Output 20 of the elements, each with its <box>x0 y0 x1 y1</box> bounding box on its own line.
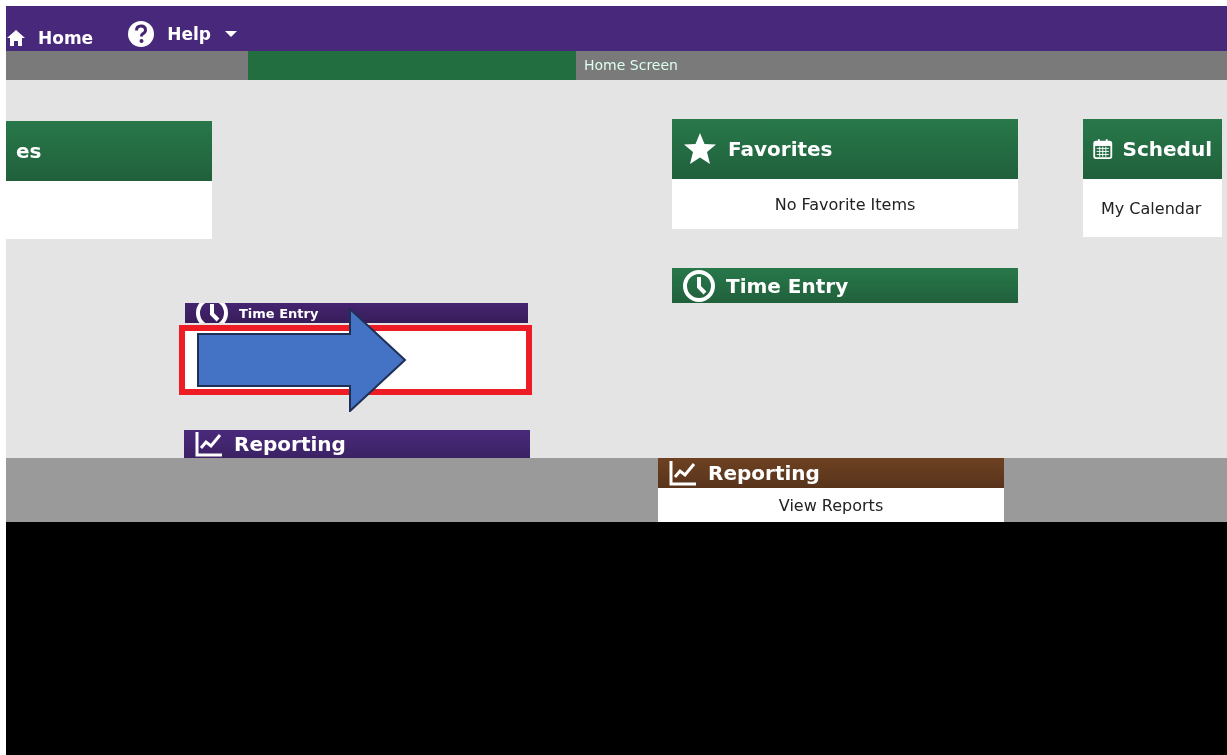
home-icon <box>6 29 26 47</box>
nav-link[interactable]: Home <box>6 28 94 48</box>
clock-icon <box>682 268 716 303</box>
card-title: es <box>16 139 42 163</box>
card-item[interactable]: View Reports <box>778 495 884 515</box>
card-title: Reporting <box>708 461 820 485</box>
nav-link[interactable]: Help <box>127 20 237 48</box>
card-title: Favorites <box>728 137 833 161</box>
card-title: Reporting <box>234 432 346 456</box>
star-icon <box>682 131 718 167</box>
chart-icon <box>194 430 224 458</box>
card-item[interactable]: My Calendar <box>1101 198 1202 218</box>
help-icon <box>127 20 156 48</box>
card-title: Schedul <box>1122 137 1212 161</box>
chart-icon <box>668 459 698 487</box>
card-title: Time Entry <box>726 273 849 298</box>
page-title: Home Screen <box>583 56 678 75</box>
caret-icon <box>224 31 237 37</box>
card-item[interactable]: No Favorite Items <box>774 194 916 214</box>
card-title: Time Entry <box>239 305 319 321</box>
